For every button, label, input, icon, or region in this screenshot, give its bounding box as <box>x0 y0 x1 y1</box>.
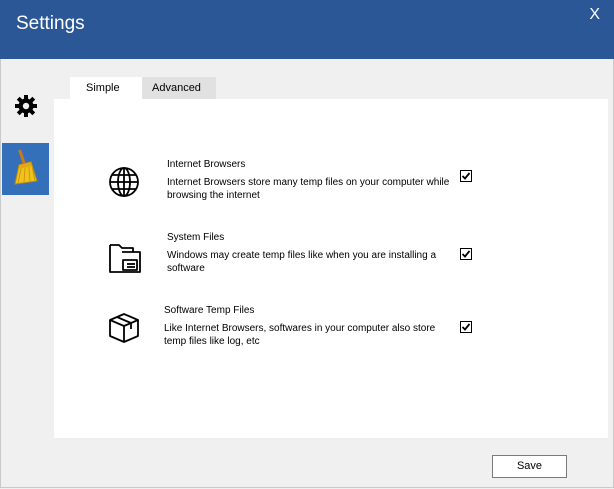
broom-icon <box>11 149 41 190</box>
option-description: Internet Browsers store many temp files … <box>167 177 450 201</box>
window-title: Settings <box>16 13 85 34</box>
tab-strip: Simple Advanced <box>70 77 216 99</box>
gear-icon <box>14 94 38 121</box>
option-description: Like Internet Browsers, softwares in you… <box>164 323 436 347</box>
option-title: System Files <box>167 232 225 243</box>
close-button[interactable]: X <box>589 6 600 24</box>
option-title: Software Temp Files <box>164 305 255 316</box>
option-checkbox[interactable] <box>460 248 472 260</box>
title-bar: Settings X <box>0 0 614 59</box>
option-title: Internet Browsers <box>167 159 246 170</box>
tab-simple[interactable]: Simple <box>70 77 142 99</box>
sidebar-item-cleaner[interactable] <box>2 143 49 195</box>
save-button[interactable]: Save <box>492 455 567 478</box>
option-description: Windows may create temp files like when … <box>167 250 437 274</box>
option-checkbox[interactable] <box>460 170 472 182</box>
box-icon <box>107 312 141 347</box>
options-panel: Internet Browsers Internet Browsers stor… <box>54 99 608 438</box>
globe-icon <box>107 165 141 202</box>
tab-advanced[interactable]: Advanced <box>142 77 216 99</box>
option-checkbox[interactable] <box>460 321 472 333</box>
sidebar-item-settings[interactable] <box>2 81 49 133</box>
folder-icon <box>108 240 142 277</box>
